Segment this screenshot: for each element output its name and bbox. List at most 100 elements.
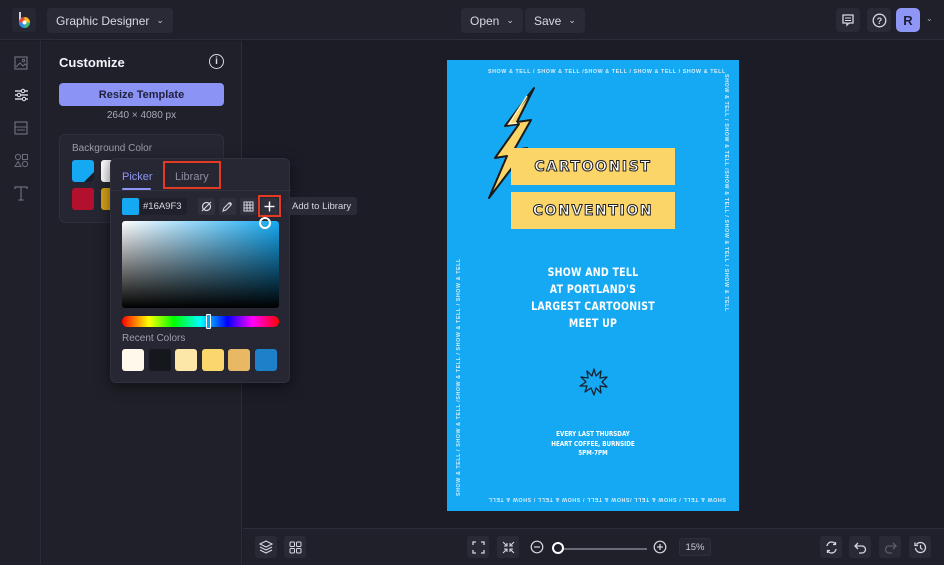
shrink-button[interactable] (497, 536, 519, 558)
layers-icon (259, 540, 273, 554)
headline-line: MEET UP (568, 316, 618, 330)
compress-icon (502, 541, 514, 553)
comments-button[interactable] (836, 8, 860, 32)
background-swatch[interactable] (72, 188, 94, 210)
recent-color-swatch[interactable] (228, 349, 250, 371)
zoom-out-button[interactable] (530, 540, 544, 554)
tab-divider (111, 190, 291, 191)
image-icon (14, 56, 28, 70)
history-button[interactable] (909, 536, 931, 558)
hue-handle[interactable] (206, 314, 211, 329)
help-icon: ? (872, 13, 886, 27)
account-chevron-icon[interactable]: ⌄ (926, 14, 933, 23)
zoom-slider-handle[interactable] (552, 542, 564, 554)
tool-rail (0, 41, 41, 565)
layers-button[interactable] (255, 536, 277, 558)
zoom-slider-track[interactable] (559, 548, 647, 550)
save-label: Save (534, 13, 562, 28)
rail-item-shapes[interactable] (11, 150, 31, 170)
top-bar: Graphic Designer ⌄ Open ⌄ Save ⌄ ? R ⌄ (0, 0, 944, 40)
zoom-out-icon (530, 540, 544, 554)
recent-colors-label: Recent Colors (122, 333, 186, 344)
headline-line: LARGEST CARTOONIST (531, 299, 655, 313)
add-to-library-tooltip: Add to Library (280, 197, 358, 215)
chevron-down-icon: ⌄ (506, 15, 514, 25)
undo-icon (853, 542, 866, 554)
poster-border-text-bottom: SHOW & TELL / SHOW & TELL /SHOW & TELL /… (488, 496, 726, 502)
headline-line: SHOW AND TELL (547, 265, 639, 279)
recent-color-swatch[interactable] (201, 349, 224, 371)
color-picker-popup: Picker Library #16A9F3 Recent Colors (110, 158, 291, 383)
details-line: 5PM-7PM (578, 449, 608, 457)
tab-picker[interactable]: Picker (122, 171, 153, 183)
recent-color-swatch[interactable] (175, 349, 197, 371)
rail-item-text[interactable] (11, 183, 31, 203)
palette-grid-button[interactable] (240, 198, 257, 215)
zoom-in-button[interactable] (653, 540, 667, 554)
grid-view-button[interactable] (284, 536, 306, 558)
background-color-label: Background Color (72, 143, 153, 154)
details-line: EVERY LAST THURSDAY (556, 430, 630, 438)
swap-button[interactable] (820, 536, 842, 558)
resize-template-button[interactable]: Resize Template (59, 83, 224, 106)
rail-item-customize[interactable] (11, 85, 31, 105)
save-dropdown[interactable]: Save ⌄ (525, 8, 585, 33)
saturation-handle[interactable] (259, 217, 271, 229)
open-dropdown[interactable]: Open ⌄ (461, 8, 523, 33)
recent-color-swatch[interactable] (254, 349, 277, 371)
poster-border-text-top: SHOW & TELL / SHOW & TELL /SHOW & TELL /… (488, 69, 726, 75)
panel-title: Customize (59, 55, 125, 70)
chevron-down-icon: ⌄ (156, 15, 164, 25)
app-logo[interactable] (12, 8, 36, 32)
comment-icon (842, 14, 854, 27)
recent-color-swatch[interactable] (148, 349, 171, 371)
redo-icon (884, 542, 897, 554)
svg-text:?: ? (876, 16, 882, 26)
poster-canvas[interactable]: SHOW & TELL / SHOW & TELL /SHOW & TELL /… (447, 60, 739, 511)
sliders-icon (14, 88, 28, 102)
expand-icon (471, 540, 485, 554)
hex-input[interactable]: #16A9F3 (140, 198, 187, 215)
rail-item-image[interactable] (11, 53, 31, 73)
poster-details: EVERY LAST THURSDAY HEART COFFEE, BURNSI… (469, 430, 717, 459)
layout-icon (14, 121, 28, 135)
recent-color-swatch[interactable] (122, 349, 144, 371)
fit-to-screen-button[interactable] (467, 536, 489, 558)
open-label: Open (470, 13, 500, 28)
poster-border-text-left: SHOW & TELL / SHOW & TELL /SHOW & TELL /… (456, 258, 462, 496)
template-dimensions: 2640 × 4080 px (106, 110, 177, 121)
workspace-dropdown[interactable]: Graphic Designer ⌄ (47, 8, 173, 33)
rail-item-layout[interactable] (11, 118, 31, 138)
user-avatar[interactable]: R (896, 8, 920, 32)
starburst-icon (579, 368, 608, 396)
grid-view-icon (289, 541, 301, 553)
eyedropper-button[interactable] (219, 198, 236, 215)
text-icon (14, 185, 28, 201)
eyedropper-icon (222, 201, 233, 212)
current-color-swatch (122, 198, 139, 215)
chevron-down-icon: ⌄ (568, 15, 576, 25)
info-icon[interactable]: i (209, 54, 224, 69)
redo-button[interactable] (879, 536, 901, 558)
logo-icon (19, 12, 30, 28)
saturation-value-area[interactable] (122, 221, 279, 308)
zoom-in-icon (653, 540, 667, 554)
library-tab-highlight (163, 161, 221, 189)
poster-border-text-right: SHOW & TELL / SHOW & TELL /SHOW & TELL /… (723, 74, 729, 312)
bottom-toolbar: 15% (243, 528, 944, 565)
hue-slider[interactable] (122, 316, 279, 327)
workspace-label: Graphic Designer (56, 13, 150, 28)
poster-title-line2: CONVENTION (511, 192, 675, 229)
details-line: HEART COFFEE, BURNSIDE (551, 439, 635, 448)
shapes-icon (13, 153, 28, 167)
help-button[interactable]: ? (867, 8, 891, 32)
no-color-icon (201, 201, 212, 212)
poster-headline: SHOW AND TELL AT PORTLAND'S LARGEST CART… (473, 264, 712, 332)
zoom-level[interactable]: 15% (679, 538, 711, 556)
no-color-button[interactable] (198, 198, 215, 215)
headline-line: AT PORTLAND'S (549, 282, 637, 296)
background-swatch-selected[interactable] (72, 160, 94, 182)
undo-button[interactable] (849, 536, 871, 558)
grid-icon (243, 201, 254, 212)
poster-title-line1: CARTOONIST (511, 148, 675, 185)
